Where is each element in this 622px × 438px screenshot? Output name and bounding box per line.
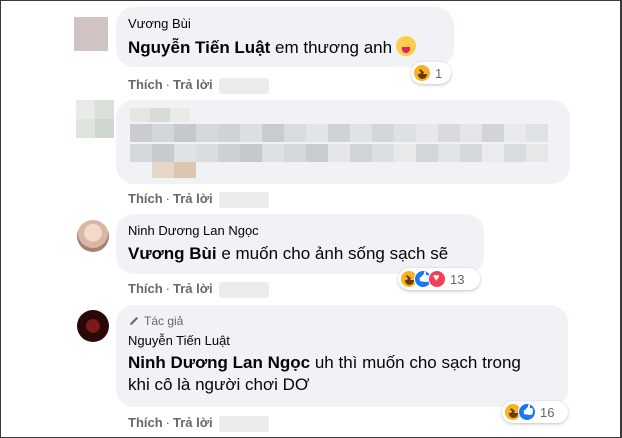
comment-actions: Thích · Trả lời bbox=[128, 415, 269, 432]
pixelated-avatar bbox=[76, 100, 114, 138]
like-button[interactable]: Thích bbox=[128, 77, 163, 92]
comment-author[interactable]: Nguyễn Tiến Luật bbox=[128, 332, 556, 349]
tongue-face-emoji-icon bbox=[396, 36, 417, 56]
mention-link[interactable]: Vương Bùi bbox=[128, 244, 217, 263]
mention-link[interactable]: Nguyễn Tiến Luật bbox=[128, 38, 270, 57]
timestamp-redacted bbox=[218, 415, 269, 432]
mention-link[interactable]: Ninh Dương Lan Ngọc bbox=[128, 353, 310, 372]
like-button[interactable]: Thích bbox=[128, 191, 163, 206]
avatar[interactable] bbox=[74, 17, 108, 51]
comment-text: Ninh Dương Lan Ngọc uh thì muốn cho sạch… bbox=[128, 352, 556, 396]
comment-text: Vương Bùi e muốn cho ảnh sống sạch sẽ bbox=[128, 243, 472, 265]
reaction-count: 16 bbox=[540, 404, 555, 420]
timestamp-redacted bbox=[218, 191, 269, 208]
reaction-summary[interactable]: 16 bbox=[502, 401, 568, 423]
like-reaction-icon bbox=[518, 403, 536, 421]
reaction-summary[interactable]: 1 bbox=[411, 62, 451, 84]
reaction-count: 1 bbox=[435, 65, 443, 81]
reply-button[interactable]: Trả lời bbox=[173, 191, 213, 206]
avatar[interactable] bbox=[77, 310, 109, 342]
timestamp-redacted bbox=[218, 281, 269, 298]
reply-button[interactable]: Trả lời bbox=[173, 415, 213, 430]
comment-body: uh thì muốn cho sạch trong bbox=[310, 353, 521, 372]
comment-author[interactable]: Vương Bùi bbox=[128, 15, 442, 32]
redacted-comment-bubble bbox=[116, 100, 570, 184]
like-button[interactable]: Thích bbox=[128, 281, 163, 296]
comment-body: e muốn cho ảnh sống sạch sẽ bbox=[216, 244, 449, 263]
reply-button[interactable]: Trả lời bbox=[173, 281, 213, 296]
pencil-icon bbox=[130, 317, 138, 325]
love-reaction-icon bbox=[428, 270, 446, 288]
reaction-count: 13 bbox=[450, 271, 465, 287]
comment-bubble: Tác giả Nguyễn Tiến Luật Ninh Dương Lan … bbox=[116, 305, 568, 407]
author-badge-label: Tác giả bbox=[144, 314, 184, 328]
comment-author[interactable]: Ninh Dương Lan Ngọc bbox=[128, 222, 472, 239]
comment-actions: Thích · Trả lời bbox=[128, 191, 269, 208]
haha-reaction-icon bbox=[413, 64, 431, 82]
comment-bubble: Vương Bùi Nguyễn Tiến Luật em thương anh bbox=[116, 7, 454, 67]
author-badge: Tác giả bbox=[128, 313, 556, 329]
comment-actions: Thích · Trả lời bbox=[128, 281, 269, 298]
pixelated-content bbox=[130, 108, 548, 178]
avatar[interactable] bbox=[77, 220, 109, 252]
like-button[interactable]: Thích bbox=[128, 415, 163, 430]
comment-body: em thương anh bbox=[270, 38, 393, 57]
comment-bubble: Ninh Dương Lan Ngọc Vương Bùi e muốn cho… bbox=[116, 214, 484, 274]
comment-actions: Thích · Trả lời bbox=[128, 77, 269, 94]
reply-button[interactable]: Trả lời bbox=[173, 77, 213, 92]
timestamp-redacted bbox=[218, 77, 269, 94]
reaction-summary[interactable]: 13 bbox=[398, 268, 480, 290]
comment-text: Nguyễn Tiến Luật em thương anh bbox=[128, 36, 442, 59]
comment-body-line2: khi cô là người chơi DƠ bbox=[128, 375, 310, 394]
